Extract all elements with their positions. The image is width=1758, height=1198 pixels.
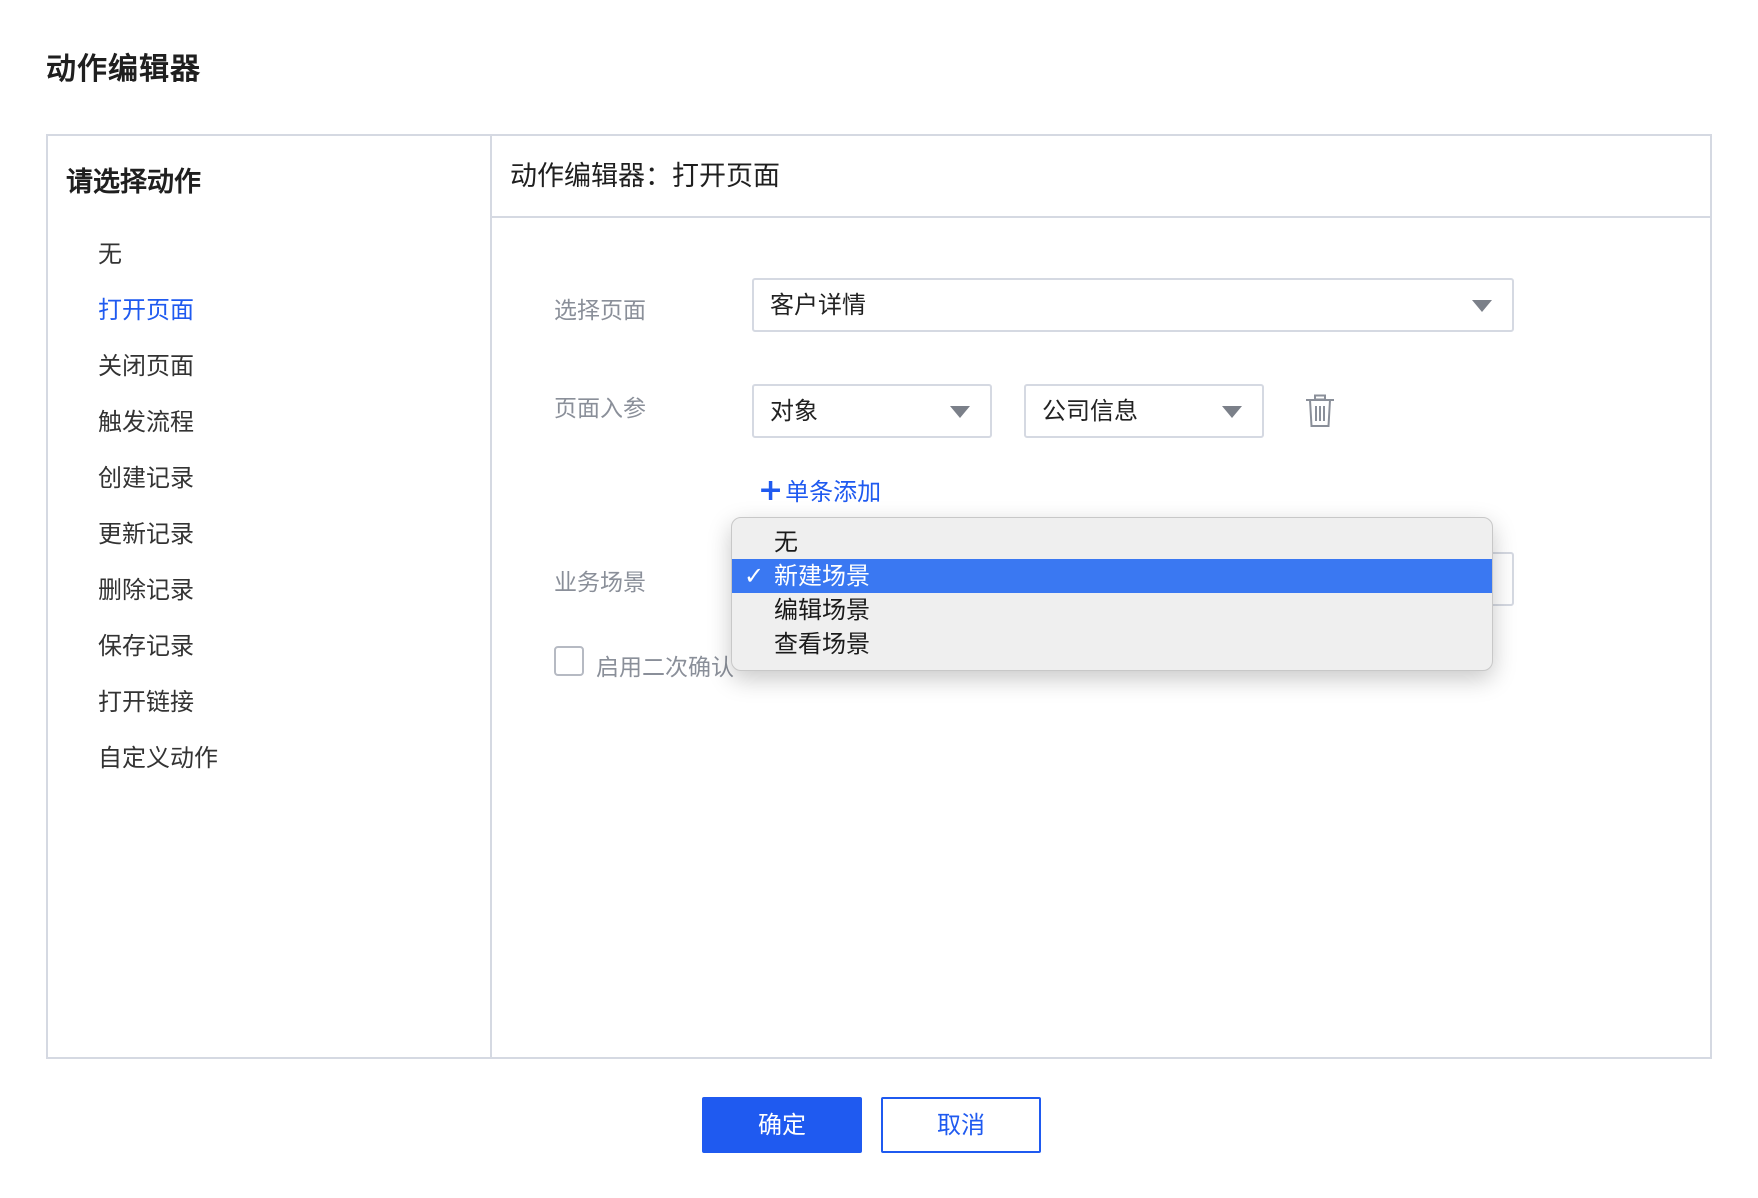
select-page-value: 客户详情 [770, 291, 866, 319]
scene-option-label: 新建场景 [774, 562, 870, 590]
second-confirm-checkbox[interactable] [554, 646, 584, 676]
action-list: 无 打开页面 关闭页面 触发流程 创建记录 更新记录 删除记录 保存记录 打开链… [98, 226, 218, 786]
scene-option-label: 查看场景 [774, 630, 870, 658]
action-item-open-page[interactable]: 打开页面 [98, 282, 218, 338]
confirm-button[interactable]: 确定 [702, 1097, 862, 1153]
action-item-update-record[interactable]: 更新记录 [98, 506, 218, 562]
select-page-label: 选择页面 [554, 298, 646, 324]
plus-icon: + [758, 473, 784, 508]
scene-option-label: 无 [774, 528, 798, 556]
editor-heading: 动作编辑器：打开页面 [492, 136, 1710, 218]
action-item-save-record[interactable]: 保存记录 [98, 618, 218, 674]
business-scene-options-menu: 无 ✓ 新建场景 编辑场景 查看场景 [731, 517, 1493, 671]
trash-icon[interactable] [1304, 394, 1336, 428]
action-item-create-record[interactable]: 创建记录 [98, 450, 218, 506]
page-params-label: 页面入参 [554, 396, 646, 422]
dialog-title: 动作编辑器 [46, 52, 201, 87]
second-confirm-label: 启用二次确认 [596, 655, 734, 681]
param-type-dropdown[interactable]: 对象 [752, 384, 992, 438]
select-page-dropdown[interactable]: 客户详情 [752, 278, 1514, 332]
scene-option-create[interactable]: ✓ 新建场景 [732, 559, 1492, 593]
scene-option-label: 编辑场景 [774, 596, 870, 624]
param-object-dropdown[interactable]: 公司信息 [1024, 384, 1264, 438]
action-item-delete-record[interactable]: 删除记录 [98, 562, 218, 618]
action-item-none[interactable]: 无 [98, 226, 218, 282]
action-item-custom-action[interactable]: 自定义动作 [98, 730, 218, 786]
caret-down-icon [1222, 406, 1242, 418]
scene-option-none[interactable]: 无 [732, 525, 1492, 559]
param-object-value: 公司信息 [1042, 397, 1138, 425]
cancel-button[interactable]: 取消 [881, 1097, 1041, 1153]
param-type-value: 对象 [770, 397, 818, 425]
scene-option-edit[interactable]: 编辑场景 [732, 593, 1492, 627]
business-scene-label: 业务场景 [554, 570, 646, 596]
add-single-button[interactable]: +单条添加 [758, 472, 881, 508]
add-single-label: 单条添加 [785, 478, 882, 506]
action-item-close-page[interactable]: 关闭页面 [98, 338, 218, 394]
caret-down-icon [950, 406, 970, 418]
scene-option-view[interactable]: 查看场景 [732, 627, 1492, 661]
action-sidebar-heading: 请选择动作 [66, 167, 201, 198]
action-item-trigger-flow[interactable]: 触发流程 [98, 394, 218, 450]
action-item-open-link[interactable]: 打开链接 [98, 674, 218, 730]
checkmark-icon: ✓ [744, 562, 765, 590]
action-sidebar: 请选择动作 无 打开页面 关闭页面 触发流程 创建记录 更新记录 删除记录 保存… [48, 136, 492, 1057]
caret-down-icon [1472, 300, 1492, 312]
